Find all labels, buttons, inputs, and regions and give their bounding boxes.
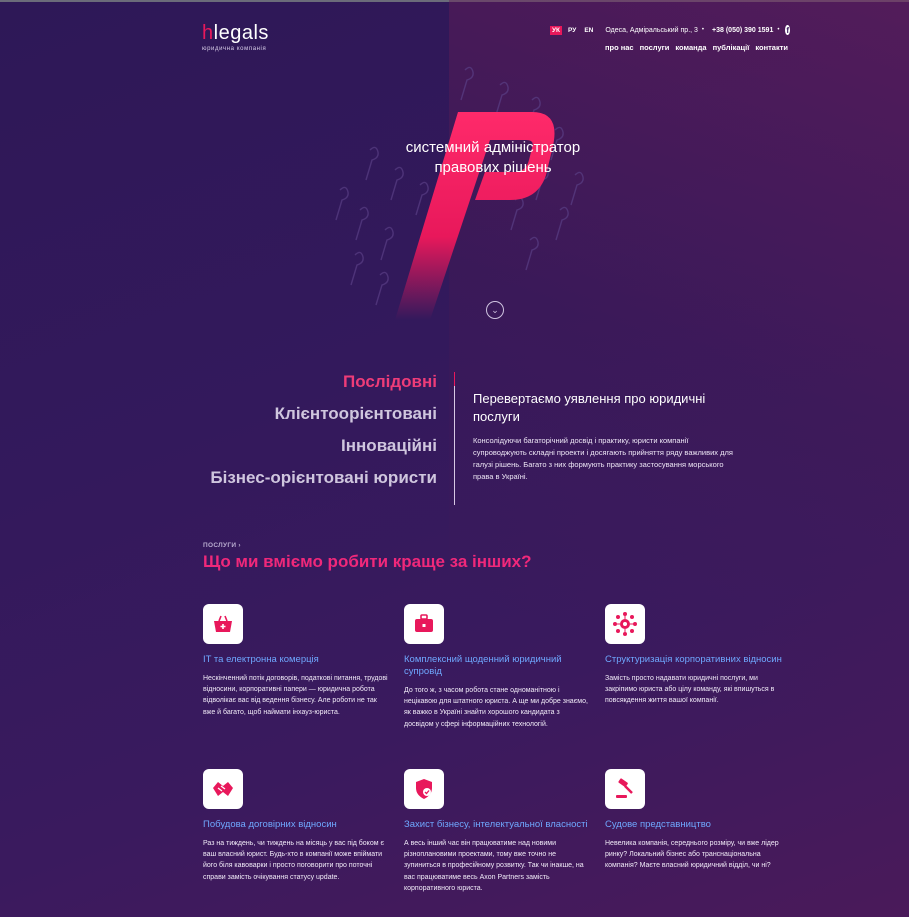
value-item[interactable]: Бізнес-орієнтовані юристи (200, 467, 437, 489)
phone-link[interactable]: +38 (050) 390 1591 (712, 27, 773, 34)
value-item[interactable]: Клієнтоорієнтовані (200, 403, 437, 425)
network-icon (605, 604, 645, 644)
lang-ru[interactable]: РУ (566, 26, 578, 35)
logo-subtitle: юридична компанія (202, 46, 267, 52)
value-item[interactable]: Послідовні (200, 371, 437, 393)
service-card[interactable]: Комплексний щоденний юридичний супровід … (404, 604, 589, 730)
service-title: IT та електронна комерція (203, 654, 319, 665)
shield-check-icon (404, 769, 444, 809)
service-card[interactable]: IT та електронна комерція Нескінченний п… (203, 604, 388, 718)
service-text: Невелика компанія, середнього розміру, ч… (605, 840, 779, 870)
service-title: Комплексний щоденний юридичний супровід (404, 654, 562, 677)
service-card[interactable]: Захист бізнесу, інтелектуальної власност… (404, 769, 589, 894)
nav-team[interactable]: команда (675, 43, 706, 52)
service-title: Судове представництво (605, 819, 711, 830)
gavel-icon (605, 769, 645, 809)
address: Одеса, Адміральський пр., 3 (605, 26, 698, 34)
service-text: А весь інший час він працюватиме над нов… (404, 840, 584, 892)
service-title: Побудова договірних відносин (203, 819, 337, 830)
value-item[interactable]: Інноваційні (200, 435, 437, 457)
about-text: Консолідуючи багаторічний досвід і практ… (473, 436, 733, 481)
values-list: Послідовні Клієнтоорієнтовані Інноваційн… (200, 371, 437, 499)
service-text: Замість просто надавати юридичні послуги… (605, 675, 775, 705)
service-text: До того ж, з часом робота стане одномані… (404, 687, 588, 728)
service-title: Структуризація корпоративних відносин (605, 654, 782, 665)
breadcrumb[interactable]: ПОСЛУГИ › (203, 542, 241, 549)
separator-dot: • (701, 27, 705, 33)
service-text: Раз на тиждень, чи тиждень на місяць у в… (203, 840, 385, 881)
values-divider (454, 372, 455, 505)
active-marker (454, 372, 455, 386)
logo-text: hlegals (202, 22, 269, 44)
handshake-icon (203, 769, 243, 809)
service-card[interactable]: Судове представництво Невелика компанія,… (605, 769, 790, 872)
main-nav: про нас послуги команда публікації конта… (605, 43, 788, 52)
shopping-basket-icon (203, 604, 243, 644)
about-block: Перевертаємо уявлення про юридичні послу… (473, 390, 743, 483)
hero-title: системний адміністратор правових рішень (405, 139, 581, 176)
service-card[interactable]: Побудова договірних відносин Раз на тижд… (203, 769, 388, 883)
briefcase-icon (404, 604, 444, 644)
chevron-down-icon[interactable]: ⌄ (486, 301, 504, 319)
about-title: Перевертаємо уявлення про юридичні послу… (473, 391, 706, 424)
service-text: Нескінченний потік договорів, податкові … (203, 675, 388, 716)
nav-contacts[interactable]: контакти (755, 43, 788, 52)
lang-uk[interactable]: УК (550, 25, 563, 35)
logo[interactable]: hlegals юридична компанія (202, 22, 269, 52)
nav-services[interactable]: послуги (640, 43, 670, 52)
nav-about[interactable]: про нас (605, 43, 634, 52)
header-info: УК РУ EN Одеса, Адміральський пр., 3 • +… (550, 25, 790, 35)
services-title: Що ми вміємо робити краще за інших? (203, 552, 532, 571)
window-top-border (0, 0, 909, 2)
service-card[interactable]: Структуризація корпоративних відносин За… (605, 604, 790, 707)
hero-p-graphic (335, 66, 584, 320)
separator-dot: • (777, 27, 780, 33)
lang-en[interactable]: EN (582, 26, 595, 35)
nav-publications[interactable]: публікації (713, 43, 750, 52)
facebook-icon[interactable]: f (785, 25, 790, 35)
service-title: Захист бізнесу, інтелектуальної власност… (404, 819, 588, 830)
